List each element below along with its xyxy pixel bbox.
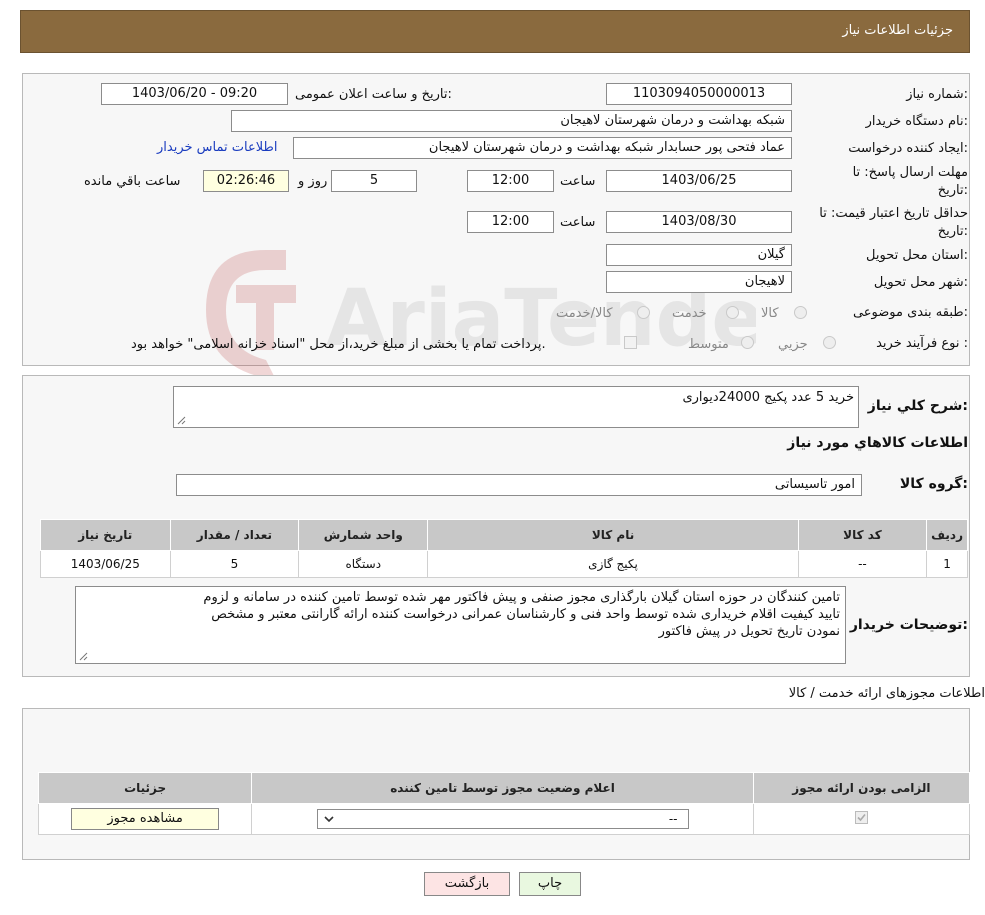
remaining-label: ساعت باقي مانده xyxy=(84,174,181,189)
category-radio-goods[interactable] xyxy=(794,306,807,319)
requester-label: ایجاد کننده درخواست: xyxy=(848,141,968,156)
buyer-notes-textarea[interactable]: تامین کنندگان در حوزه استان گیلان بارگذا… xyxy=(75,586,846,664)
col-unit: واحد شمارش xyxy=(298,519,429,551)
page-title: جزئیات اطلاعات نیاز xyxy=(842,23,953,38)
deadline-label-date: تاریخ: xyxy=(937,183,968,198)
licenses-table-header: جزئیات اعلام وضعیت مجوز توسط تامین کننده… xyxy=(37,772,971,804)
validity-label: حداقل تاریخ اعتبار قیمت: تا xyxy=(819,206,968,221)
description-textarea[interactable]: خرید 5 عدد پکیج 24000دیواری xyxy=(173,386,859,428)
process-option-medium: متوسط xyxy=(688,337,729,352)
col-goods-code: کد کالا xyxy=(797,519,928,551)
cell-goods-code: -- xyxy=(797,550,928,578)
treasury-note: پرداخت تمام یا بخشی از مبلغ خرید،از محل … xyxy=(131,337,546,352)
validity-label-date: تاریخ: xyxy=(937,224,968,239)
view-license-button[interactable]: مشاهده مجوز xyxy=(71,808,220,830)
remaining-time-field[interactable]: 02:26:46 xyxy=(203,170,289,192)
category-option-goods: کالا xyxy=(761,306,779,321)
col-license-required: الزامی بودن ارائه مجوز xyxy=(752,772,971,804)
back-button[interactable]: بازگشت xyxy=(424,872,510,896)
requester-field[interactable]: عماد فتحی پور حسابدار شبکه بهداشت و درما… xyxy=(293,137,792,159)
col-quantity: تعداد / مقدار xyxy=(169,519,300,551)
city-field[interactable]: لاهیجان xyxy=(606,271,792,293)
announce-field[interactable]: 1403/06/20 - 09:20 xyxy=(101,83,288,105)
need-number-field[interactable]: 1103094050000013 xyxy=(606,83,792,105)
process-option-minor: جزیي xyxy=(778,337,808,352)
category-label: طبقه بندی موضوعی: xyxy=(852,305,968,320)
validity-time-field[interactable]: 12:00 xyxy=(467,211,554,233)
days-field[interactable]: 5 xyxy=(331,170,417,192)
buyer-notes-line-3: نمودن تاریخ تحویل در پیش فاکتور xyxy=(658,624,840,639)
cell-row-number: 1 xyxy=(926,550,968,578)
buyer-notes-label: توضیحات خریدار: xyxy=(849,617,968,633)
province-label: استان محل تحویل: xyxy=(866,248,968,263)
deadline-time-label: ساعت xyxy=(560,174,596,189)
cell-unit: دستگاه xyxy=(298,550,429,578)
buyer-notes-line-1: تامین کنندگان در حوزه استان گیلان بارگذا… xyxy=(203,590,840,605)
need-number-label: شماره نیاز: xyxy=(906,87,968,102)
goods-section-title: اطلاعات کالاهاي مورد نياز xyxy=(787,435,968,451)
licenses-table: جزئیات اعلام وضعیت مجوز توسط تامین کننده… xyxy=(37,772,971,835)
col-goods-name: نام کالا xyxy=(427,519,799,551)
col-license-status: اعلام وضعیت مجوز توسط تامین کننده xyxy=(251,772,754,804)
resize-handle-icon[interactable] xyxy=(79,652,88,661)
validity-time-label: ساعت xyxy=(560,215,596,230)
buyer-contact-link[interactable]: اطلاعات تماس خریدار xyxy=(157,140,277,155)
buyer-org-field[interactable]: شبکه بهداشت و درمان شهرستان لاهیجان xyxy=(231,110,792,132)
days-label: روز و xyxy=(298,174,328,189)
process-label: نوع فرآیند خرید : xyxy=(876,336,968,351)
deadline-date-field[interactable]: 1403/06/25 xyxy=(606,170,792,192)
description-text: خرید 5 عدد پکیج 24000دیواری xyxy=(682,390,854,405)
table-row[interactable]: 1403/06/25 5 دستگاه پکیج گازی -- 1 xyxy=(40,550,968,578)
chevron-down-icon xyxy=(323,816,334,823)
licenses-title: اطلاعات مجوزهای ارائه خدمت / کالا xyxy=(788,686,985,701)
goods-table: تاریخ نیاز تعداد / مقدار واحد شمارش نام … xyxy=(40,519,968,578)
description-label: شرح کلي نياز: xyxy=(867,398,968,414)
process-radio-minor[interactable] xyxy=(823,336,836,349)
goods-table-header: تاریخ نیاز تعداد / مقدار واحد شمارش نام … xyxy=(40,519,968,551)
resize-handle-icon[interactable] xyxy=(177,416,186,425)
table-row: مشاهده مجوز -- xyxy=(37,803,971,835)
col-need-date: تاریخ نیاز xyxy=(40,519,171,551)
deadline-time-field[interactable]: 12:00 xyxy=(467,170,554,192)
page-header: جزئیات اطلاعات نیاز xyxy=(20,10,970,53)
buyer-org-label: نام دستگاه خریدار: xyxy=(865,114,968,129)
license-required-checkbox xyxy=(854,811,868,824)
announce-label: تاریخ و ساعت اعلان عمومی: xyxy=(295,87,452,102)
print-button[interactable]: چاپ xyxy=(519,872,581,896)
license-status-value: -- xyxy=(668,812,678,826)
cell-goods-name: پکیج گازی xyxy=(427,550,799,578)
city-label: شهر محل تحویل: xyxy=(873,275,968,290)
category-radio-both[interactable] xyxy=(637,306,650,319)
cell-quantity: 5 xyxy=(169,550,300,578)
col-row-number: ردیف xyxy=(926,519,968,551)
category-radio-service[interactable] xyxy=(726,306,739,319)
treasury-checkbox[interactable] xyxy=(624,336,637,349)
validity-date-field[interactable]: 1403/08/30 xyxy=(606,211,792,233)
process-radio-medium[interactable] xyxy=(741,336,754,349)
col-details: جزئیات xyxy=(37,772,253,804)
deadline-label: مهلت ارسال پاسخ: تا xyxy=(852,165,968,180)
goods-group-field[interactable]: امور تاسیساتی xyxy=(176,474,862,496)
buyer-notes-line-2: تایید کیفیت اقلام خریداری شده توسط واحد … xyxy=(211,607,840,622)
category-option-service: خدمت xyxy=(672,306,707,321)
license-status-select[interactable]: -- xyxy=(316,809,689,829)
province-field[interactable]: گیلان xyxy=(606,244,792,266)
cell-need-date: 1403/06/25 xyxy=(40,550,171,578)
goods-group-label: گروه کالا: xyxy=(899,476,968,492)
category-option-both: کالا/خدمت xyxy=(556,306,613,321)
